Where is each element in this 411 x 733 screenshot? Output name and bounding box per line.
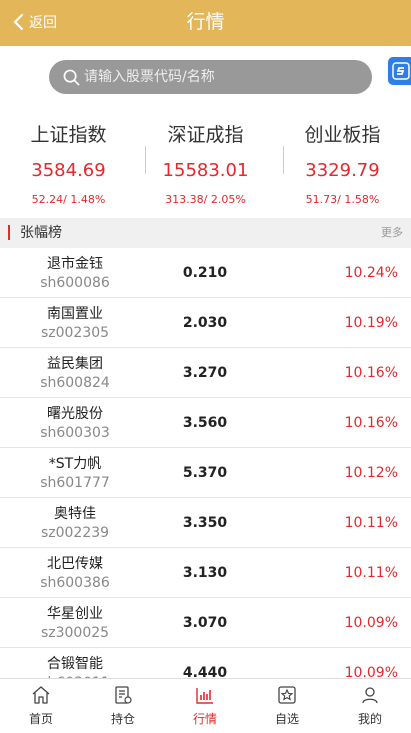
section-header: 张幅榜 更多 bbox=[0, 218, 411, 248]
stock-change-pct: 10.24% bbox=[344, 265, 398, 281]
stock-row[interactable]: 退市金钰 sh600086 0.210 10.24% bbox=[0, 248, 411, 298]
stock-price: 3.560 bbox=[182, 415, 228, 431]
search-input[interactable] bbox=[84, 69, 354, 85]
tab-label: 我的 bbox=[357, 712, 382, 726]
back-label: 返回 bbox=[29, 15, 57, 31]
stock-row[interactable]: *ST力帆 sh601777 5.370 10.12% bbox=[0, 448, 411, 498]
index-sh[interactable]: 上证指数 3584.69 52.24/ 1.48% bbox=[0, 120, 137, 210]
stock-name: 奥特佳 bbox=[54, 506, 96, 522]
stock-name: 北巴传媒 bbox=[47, 556, 103, 572]
stock-code: sh600386 bbox=[40, 575, 110, 591]
tab-profile[interactable]: 我的 bbox=[329, 679, 411, 733]
favorites-icon bbox=[278, 686, 296, 704]
stock-list: 退市金钰 sh600086 0.210 10.24% 南国置业 sz002305… bbox=[0, 248, 411, 678]
stock-code: sh600824 bbox=[40, 375, 110, 391]
index-change: 52.24/ 1.48% bbox=[31, 193, 106, 206]
stock-row[interactable]: 合锻智能 sh603011 4.440 10.09% bbox=[0, 648, 411, 678]
stock-name: 曙光股份 bbox=[47, 406, 103, 422]
page-title: 行情 bbox=[186, 11, 225, 33]
stock-code: sh601777 bbox=[40, 475, 110, 491]
stock-change-pct: 10.09% bbox=[344, 615, 398, 631]
stock-change-pct: 10.11% bbox=[344, 565, 398, 581]
floating-service-button[interactable] bbox=[388, 57, 411, 85]
tab-market[interactable]: 行情 bbox=[164, 679, 246, 733]
index-name: 上证指数 bbox=[30, 124, 107, 146]
stock-change-pct: 10.16% bbox=[344, 415, 398, 431]
market-chart-icon bbox=[196, 688, 213, 704]
index-value: 15583.01 bbox=[162, 160, 249, 181]
stock-name: *ST力帆 bbox=[48, 456, 102, 472]
stock-change-pct: 10.19% bbox=[344, 315, 398, 331]
stock-code: sz002239 bbox=[40, 525, 110, 541]
search-icon bbox=[63, 69, 80, 85]
tab-label: 自选 bbox=[274, 712, 299, 726]
stock-row[interactable]: 华星创业 sz300025 3.070 10.09% bbox=[0, 598, 411, 648]
stock-code: sz002305 bbox=[40, 325, 110, 341]
stock-name: 合锻智能 bbox=[47, 656, 103, 672]
stock-row[interactable]: 益民集团 sh600824 3.270 10.16% bbox=[0, 348, 411, 398]
tab-label: 持仓 bbox=[110, 712, 135, 726]
bottom-tab-bar: 首页 持仓 行情 自选 我的 bbox=[0, 678, 411, 733]
index-value: 3584.69 bbox=[31, 160, 106, 181]
stock-name: 益民集团 bbox=[47, 356, 103, 372]
stock-row[interactable]: 曙光股份 sh600303 3.560 10.16% bbox=[0, 398, 411, 448]
index-name: 深证成指 bbox=[167, 124, 244, 146]
stock-price: 3.130 bbox=[182, 565, 228, 581]
index-name: 创业板指 bbox=[304, 124, 381, 146]
divider bbox=[283, 146, 284, 174]
home-icon bbox=[32, 686, 50, 704]
index-sz[interactable]: 深证成指 15583.01 313.38/ 2.05% bbox=[137, 120, 274, 210]
stock-row[interactable]: 北巴传媒 sh600386 3.130 10.11% bbox=[0, 548, 411, 598]
index-chinext[interactable]: 创业板指 3329.79 51.73/ 1.58% bbox=[274, 120, 411, 210]
stock-price: 5.370 bbox=[182, 465, 228, 481]
back-button[interactable]: 返回 bbox=[12, 10, 57, 34]
stock-code: sh600086 bbox=[40, 275, 110, 291]
search-row bbox=[0, 46, 411, 110]
index-change: 313.38/ 2.05% bbox=[165, 193, 246, 206]
tab-holdings[interactable]: 持仓 bbox=[82, 679, 164, 733]
section-title: 张幅榜 bbox=[20, 225, 62, 241]
stock-price: 2.030 bbox=[182, 315, 228, 331]
chevron-left-icon bbox=[13, 13, 24, 31]
index-summary: 上证指数 3584.69 52.24/ 1.48% 深证成指 15583.01 … bbox=[0, 120, 411, 216]
tab-label: 首页 bbox=[28, 712, 53, 726]
stock-price: 4.440 bbox=[182, 665, 228, 678]
stock-code: sz300025 bbox=[40, 625, 110, 641]
stock-code: sh600303 bbox=[40, 425, 110, 441]
top-bar: 行情 返回 bbox=[0, 0, 411, 46]
tab-favorites[interactable]: 自选 bbox=[246, 679, 328, 733]
stock-name: 退市金钰 bbox=[47, 256, 103, 272]
stock-row[interactable]: 奥特佳 sz002239 3.350 10.11% bbox=[0, 498, 411, 548]
stock-name: 华星创业 bbox=[47, 606, 103, 622]
divider bbox=[145, 146, 146, 174]
user-icon bbox=[362, 687, 378, 704]
stock-change-pct: 10.09% bbox=[344, 665, 398, 678]
tab-home[interactable]: 首页 bbox=[0, 679, 82, 733]
index-change: 51.73/ 1.58% bbox=[305, 193, 380, 206]
holdings-icon bbox=[115, 686, 132, 704]
app-logo-icon bbox=[392, 62, 410, 80]
search-box[interactable] bbox=[49, 60, 372, 94]
stock-price: 3.270 bbox=[182, 365, 228, 381]
stock-change-pct: 10.16% bbox=[344, 365, 398, 381]
stock-row[interactable]: 南国置业 sz002305 2.030 10.19% bbox=[0, 298, 411, 348]
stock-name: 南国置业 bbox=[47, 306, 103, 322]
tab-label: 行情 bbox=[192, 712, 217, 726]
stock-price: 3.350 bbox=[182, 515, 228, 531]
stock-change-pct: 10.12% bbox=[344, 465, 398, 481]
section-accent-bar bbox=[8, 225, 10, 240]
more-link[interactable]: 更多 bbox=[381, 218, 403, 248]
stock-price: 0.210 bbox=[182, 265, 228, 281]
stock-change-pct: 10.11% bbox=[344, 515, 398, 531]
stock-price: 3.070 bbox=[182, 615, 228, 631]
index-value: 3329.79 bbox=[305, 160, 380, 181]
